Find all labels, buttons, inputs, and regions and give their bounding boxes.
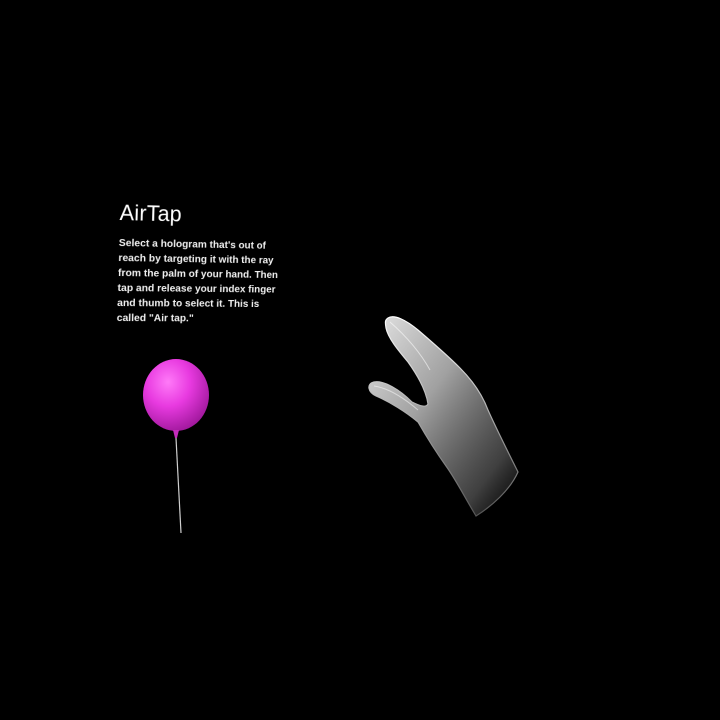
panel-title: AirTap: [119, 200, 183, 227]
balloon-hologram-icon[interactable]: [138, 358, 218, 538]
balloon-body[interactable]: [143, 359, 209, 431]
balloon-knot: [173, 430, 179, 438]
panel-description: Select a hologram that's out of reach by…: [116, 236, 279, 325]
balloon-string: [175, 437, 182, 534]
hand-shape: [368, 316, 519, 517]
hand-icon: [368, 316, 519, 517]
mixed-reality-scene: AirTap Select a hologram that's out of r…: [0, 0, 720, 720]
instruction-panel: AirTap Select a hologram that's out of r…: [117, 200, 283, 327]
